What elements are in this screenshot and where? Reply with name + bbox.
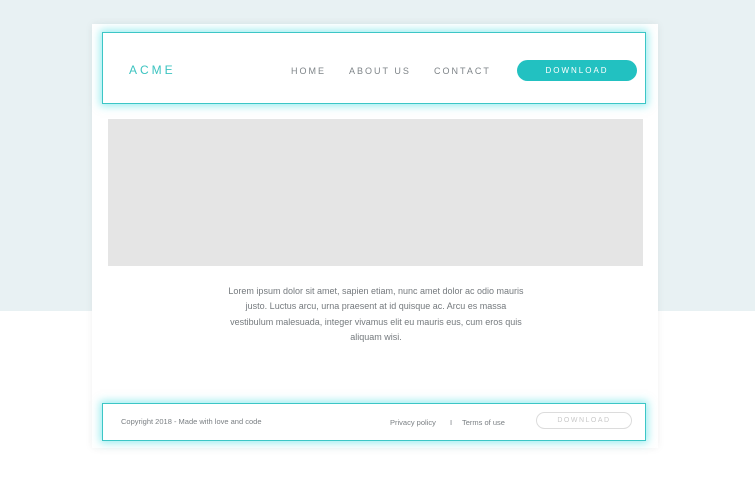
body-text: Lorem ipsum dolor sit amet, sapien etiam…	[228, 286, 524, 342]
nav-link-about-us[interactable]: ABOUT US	[349, 66, 411, 76]
footer-download-button[interactable]: DOWNLOAD	[536, 412, 632, 429]
nav-link-home[interactable]: HOME	[291, 66, 326, 76]
hero-image-placeholder	[108, 119, 643, 266]
footer-link-privacy-policy[interactable]: Privacy policy	[390, 418, 436, 428]
site-logo[interactable]: ACME	[129, 63, 176, 77]
footer-copyright: Copyright 2018 - Made with love and code	[121, 417, 262, 426]
site-footer: Copyright 2018 - Made with love and code…	[102, 403, 646, 441]
site-header: ACME HOME ABOUT US CONTACT DOWNLOAD	[102, 32, 646, 104]
footer-link-separator: I	[450, 418, 453, 427]
header-download-button[interactable]: DOWNLOAD	[517, 60, 637, 81]
nav-link-contact[interactable]: CONTACT	[434, 66, 491, 76]
footer-link-terms-of-use[interactable]: Terms of use	[462, 418, 505, 428]
